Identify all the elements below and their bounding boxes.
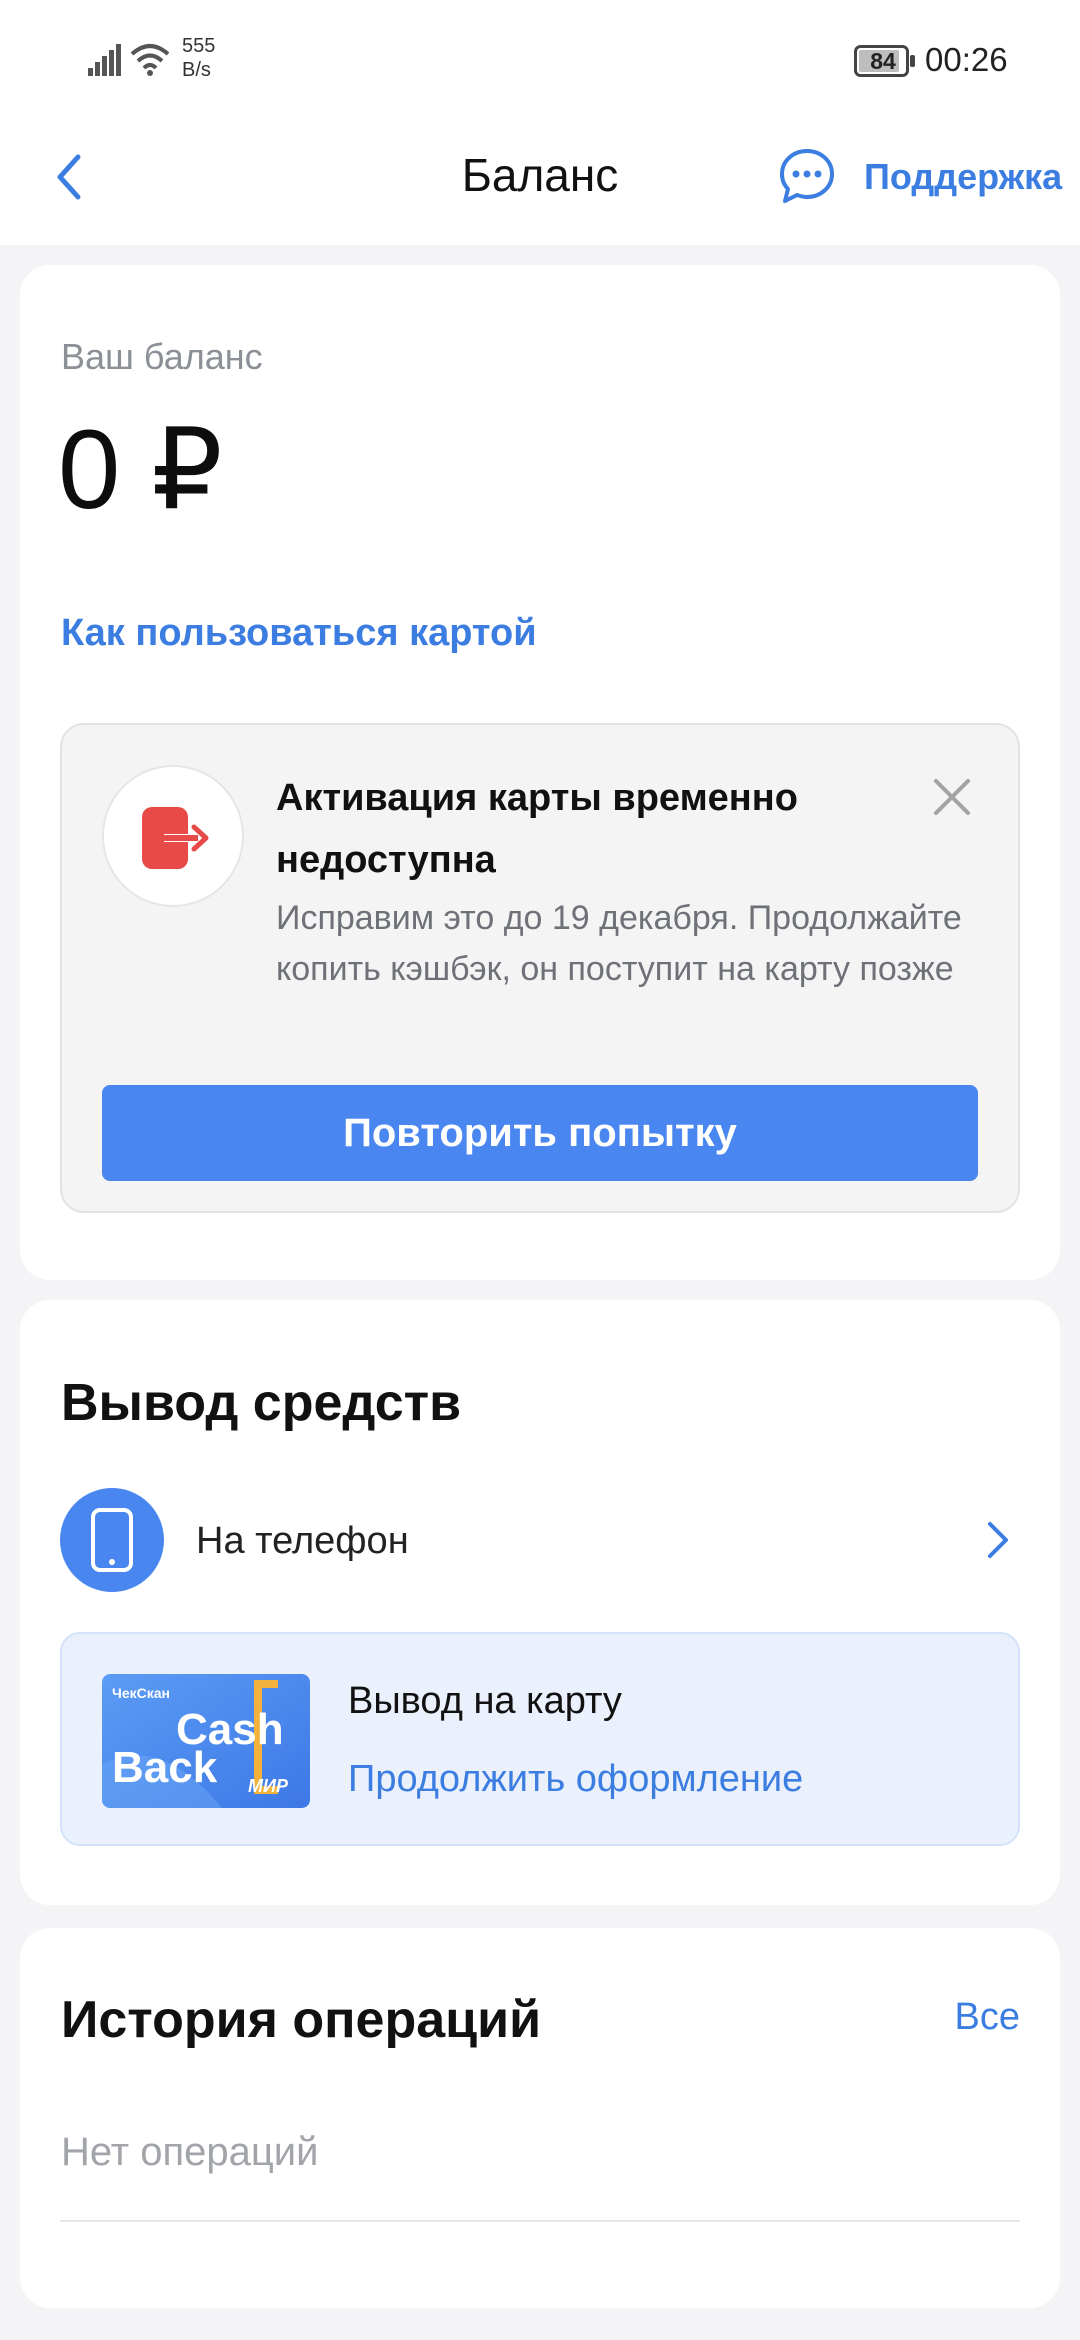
history-all-link[interactable]: Все [955,1994,1020,2040]
withdraw-to-phone-row[interactable]: На телефон [60,1488,1020,1592]
alert-title: Активация карты временно недоступна [276,777,798,881]
balance-label: Ваш баланс [61,336,263,377]
phone-icon [91,1508,133,1572]
withdraw-to-card-banner[interactable]: ЧекСкан Cash Back МИР Вывод на карту Про… [60,1632,1020,1846]
withdraw-to-card-title: Вывод на карту [348,1680,622,1722]
network-speed: 555 B/s [182,34,215,82]
chevron-right-icon [988,1522,1008,1558]
phone-icon-container [60,1488,164,1592]
network-speed-value: 555 [182,35,216,57]
history-title: История операций [61,1991,542,2049]
divider [60,2220,1020,2222]
balance-amount: 0 ₽ [58,407,223,532]
chat-bubble-icon [780,149,834,203]
history-card: История операций Все Нет операций [20,1928,1060,2308]
retry-button[interactable]: Повторить попытку [102,1085,978,1181]
top-app-bar: Баланс Поддержка [0,125,1080,245]
exit-icon [142,807,209,869]
continue-registration-link[interactable]: Продолжить оформление [348,1756,803,1802]
history-empty-text: Нет операций [61,2130,319,2174]
clock: 00:26 [925,41,1008,78]
cashback-card-image: ЧекСкан Cash Back МИР [102,1674,310,1808]
balance-card: Ваш баланс 0 ₽ Как пользоваться картой А… [20,265,1060,1280]
wifi-icon [130,44,170,76]
card-brand-back: Back [112,1743,218,1792]
how-to-use-card-link[interactable]: Как пользоваться картой [61,610,537,656]
network-speed-unit: B/s [182,59,211,81]
withdraw-card: Вывод средств На телефон ЧекСкан Cash Ba… [20,1300,1060,1905]
battery-level: 84 [870,48,896,74]
support-button[interactable]: Поддержка [776,145,1076,207]
card-brand-small: ЧекСкан [112,1685,170,1701]
alert-message: Исправим это до 19 декабря. Продолжайте … [276,899,962,988]
alert-icon-container [102,765,244,907]
withdraw-to-phone-label: На телефон [196,1520,409,1562]
close-icon[interactable] [930,775,974,819]
signal-icon [88,44,121,76]
card-network-label: МИР [248,1776,289,1796]
status-bar: 555 B/s 84 00:26 [0,0,1080,125]
activation-alert: Активация карты временно недоступна Испр… [60,723,1020,1213]
support-label: Поддержка [864,156,1063,197]
withdraw-title: Вывод средств [61,1374,462,1432]
